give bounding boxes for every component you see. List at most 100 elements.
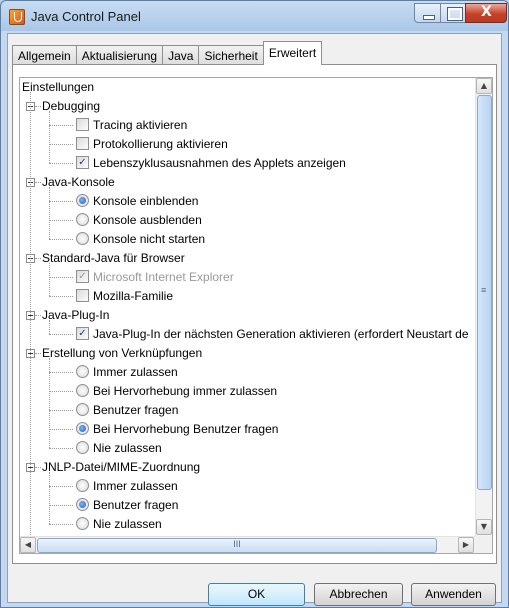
tab-bar: Allgemein Aktualisierung Java Sicherheit… [12,41,323,65]
option-label: Mozilla-Familie [93,289,174,303]
tree-connector [49,277,73,278]
tree-connector [49,296,73,297]
radio-button[interactable] [76,365,89,379]
tree-radio-option[interactable]: Bei Hervorhebung Benutzer fragen [76,420,278,439]
tree-rows: Einstellungen Debugging Tracing aktiviere… [20,78,475,536]
ok-button[interactable]: OK [208,583,305,606]
java-control-panel-window: Java Control Panel X Allgemein Aktualisi… [0,0,509,608]
scroll-right-button[interactable]: ▶ [458,537,474,553]
checkbox[interactable]: ✓ [76,156,89,170]
horizontal-scroll-thumb[interactable]: III [37,538,437,553]
vertical-scrollbar[interactable]: ▲ ≡ ▼ [475,78,492,536]
window-title: Java Control Panel [31,9,141,24]
tree-checkbox-option[interactable]: ✓ Microsoft Internet Explorer [76,268,234,287]
java-icon [9,9,25,25]
option-label: Benutzer fragen [93,403,179,417]
maximize-button[interactable] [440,3,466,23]
tab-allgemein[interactable]: Allgemein [12,45,77,65]
tree-root-label: Einstellungen [22,80,95,94]
tree-connector [35,315,41,316]
option-label: Konsole ausblenden [93,213,202,227]
tab-sicherheit[interactable]: Sicherheit [198,45,264,65]
tree-group-label[interactable]: Java-Plug-In [42,306,109,325]
tree-connector [49,429,73,430]
tree-connector [49,320,50,334]
horizontal-scrollbar[interactable]: ◀ III ▶ [20,536,475,553]
tree-group-label[interactable]: Java-Konsole [42,173,115,192]
option-label: Nie zulassen [93,517,162,531]
tree-radio-option[interactable]: Immer zulassen [76,477,178,496]
tree-radio-option[interactable]: Nie zulassen [76,515,162,534]
tree-connector [49,187,50,239]
grip-icon: ≡ [481,285,487,295]
tab-java[interactable]: Java [162,45,200,65]
radio-button[interactable] [76,422,89,436]
radio-button[interactable] [76,384,89,398]
option-label: Bei Hervorhebung Benutzer fragen [93,422,279,436]
tree-connector [49,111,50,163]
tree-checkbox-option[interactable]: ✓ Java-Plug-In der nächsten Generation ak… [76,325,469,344]
radio-button[interactable] [76,194,89,208]
scroll-down-button[interactable]: ▼ [476,519,492,535]
tree-radio-option[interactable]: Bei Hervorhebung immer zulassen [76,382,277,401]
option-label: Immer zulassen [93,479,178,493]
checkbox[interactable] [76,118,89,132]
close-button[interactable]: X [465,3,507,23]
tree-connector [49,372,73,373]
scroll-up-button[interactable]: ▲ [476,78,492,94]
cancel-button[interactable]: Abbrechen [314,583,403,606]
checkbox[interactable] [76,137,89,151]
tree-checkbox-option[interactable]: Protokollierung aktivieren [76,135,228,154]
tab-erweitert[interactable]: Erweitert [262,41,323,65]
radio-button[interactable] [76,232,89,246]
radio-button[interactable] [76,517,89,531]
tree-radio-option[interactable]: Konsole nicht starten [76,230,205,249]
tree-group-label[interactable]: JNLP-Datei/MIME-Zuordnung [42,458,200,477]
option-label: Benutzer fragen [93,498,179,512]
tree-radio-option[interactable]: Nie zulassen [76,439,162,458]
tree-connector [49,472,50,524]
settings-tree: Einstellungen Debugging Tracing aktiviere… [19,77,493,554]
radio-button[interactable] [76,403,89,417]
tree-connector [49,410,73,411]
vertical-scroll-thumb[interactable]: ≡ [477,95,492,490]
tab-aktualisierung[interactable]: Aktualisierung [75,45,164,65]
option-label: Nie zulassen [93,441,162,455]
minimize-icon [423,15,435,20]
maximize-icon [447,7,463,21]
tree-connector [49,263,50,296]
minimize-button[interactable] [414,3,441,23]
checkbox[interactable]: ✓ [76,327,89,341]
tree-radio-option[interactable]: Konsole ausblenden [76,211,202,230]
scroll-left-button[interactable]: ◀ [20,537,36,553]
tree-connector [35,258,41,259]
checkbox: ✓ [76,270,89,284]
checkbox[interactable] [76,289,89,303]
option-label: Protokollierung aktivieren [93,137,228,151]
tree-radio-option[interactable]: Immer zulassen [76,363,178,382]
tree-connector [49,391,73,392]
tree-connector [49,334,73,335]
scroll-corner [475,536,492,553]
radio-button[interactable] [76,479,89,493]
tree-checkbox-option[interactable]: ✓ Lebenszyklusausnahmen des Applets anzei… [76,154,346,173]
tree-connector [49,505,73,506]
tree-group-label[interactable]: Debugging [42,97,100,116]
tree-connector [49,201,73,202]
tree-checkbox-option[interactable]: Tracing aktivieren [76,116,187,135]
title-bar[interactable]: Java Control Panel X [1,1,508,33]
option-label: Konsole einblenden [93,194,199,208]
tree-radio-option[interactable]: Benutzer fragen [76,401,178,420]
option-label: Konsole nicht starten [93,232,206,246]
radio-button[interactable] [76,441,89,455]
tree-radio-option[interactable]: Benutzer fragen [76,496,178,515]
radio-button[interactable] [76,213,89,227]
tree-connector [49,125,73,126]
apply-button[interactable]: Anwenden [411,583,496,606]
tree-group-label[interactable]: Standard-Java für Browser [42,249,185,268]
tree-connector [49,144,73,145]
tree-group-label[interactable]: Erstellung von Verknüpfungen [42,344,202,363]
radio-button[interactable] [76,498,89,512]
tree-checkbox-option[interactable]: Mozilla-Familie [76,287,173,306]
tree-radio-option[interactable]: Konsole einblenden [76,192,198,211]
